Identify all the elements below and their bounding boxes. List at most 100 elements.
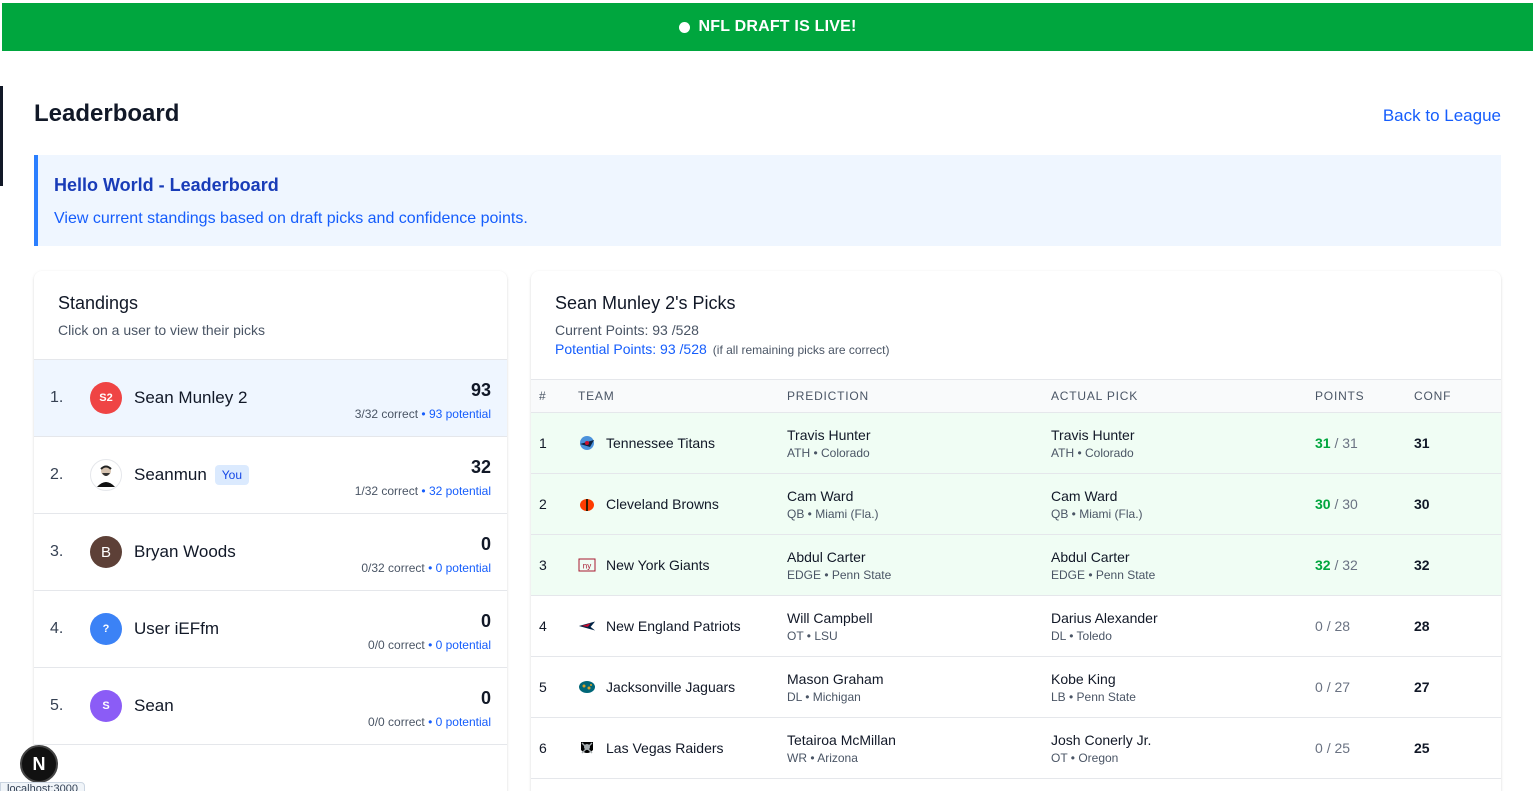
score: 0 xyxy=(480,611,491,631)
column-header-team: TEAM xyxy=(578,379,787,413)
points-earned: 31 xyxy=(1315,435,1331,451)
user-name: Sean Munley 2 xyxy=(134,388,248,407)
points-max: / 32 xyxy=(1334,557,1358,573)
pick-number: 1 xyxy=(531,412,578,474)
team-name: New York Giants xyxy=(606,557,710,573)
user-name: Sean xyxy=(134,696,174,715)
prediction-player: Abdul Carter xyxy=(787,548,866,565)
team-name: Las Vegas Raiders xyxy=(606,740,724,756)
potential-count: • 0 potential xyxy=(428,561,491,575)
info-title: Hello World - Leaderboard xyxy=(54,175,279,195)
points-max: / 31 xyxy=(1334,435,1358,451)
patriots-logo-icon xyxy=(578,617,596,635)
pick-row: 2 Cleveland Browns Cam Ward QB • Miami (Fla… xyxy=(531,473,1501,535)
score: 32 xyxy=(470,457,491,477)
picks-header: Sean Munley 2's Picks Current Points: 93… xyxy=(555,293,890,357)
pick-row: 1 Tennessee Titans Travis Hunter ATH • Colo… xyxy=(531,412,1501,474)
prediction-player: Cam Ward xyxy=(787,487,854,504)
back-to-league-link[interactable]: Back to League xyxy=(1383,106,1501,126)
potential-count: • 0 potential xyxy=(428,638,491,652)
score-detail: 3/32 correct • 93 potential xyxy=(355,407,491,421)
rank: 4. xyxy=(50,620,64,637)
column-header-actual-pick: ACTUAL PICK xyxy=(1051,379,1315,413)
standings-list: 1. S2 Sean Munley 2 93 3/32 correct • 93 pot… xyxy=(34,359,507,745)
column-header-conf: CONF xyxy=(1414,379,1501,413)
pick-row: 5 Jacksonville Jaguars Mason Graham DL • Mi… xyxy=(531,656,1501,718)
score: 0 xyxy=(480,534,491,554)
info-text: View current standings based on draft pi… xyxy=(54,210,528,227)
pick-row: 6 Las Vegas Raiders Tetairoa McMillan WR • … xyxy=(531,717,1501,779)
score-detail: 0/0 correct • 0 potential xyxy=(368,638,491,652)
jaguars-logo-icon xyxy=(578,678,596,696)
actual-info: QB • Miami (Fla.) xyxy=(1051,506,1143,521)
actual-info: LB • Penn State xyxy=(1051,689,1136,704)
prediction-info: EDGE • Penn State xyxy=(787,567,892,582)
prediction-info: WR • Arizona xyxy=(787,750,858,765)
potential-note: (if all remaining picks are correct) xyxy=(712,343,890,357)
confidence-value: 32 xyxy=(1414,534,1501,596)
actual-player: Josh Conerly Jr. xyxy=(1051,731,1152,748)
standings-card: Standings Click on a user to view their … xyxy=(34,271,507,791)
potential-points-line: Potential Points: 93 /528 (if all remaini… xyxy=(555,341,890,357)
standings-row[interactable]: 5. S Sean 0 0/0 correct • 0 potential xyxy=(34,668,507,745)
column-header-prediction: PREDICTION xyxy=(787,379,1051,413)
avatar-photo-icon xyxy=(90,459,122,491)
nextjs-dev-button[interactable]: N xyxy=(20,745,58,783)
current-points: Current Points: 93 /528 xyxy=(555,322,699,338)
standings-header: Standings Click on a user to view their … xyxy=(58,293,265,338)
avatar: ? xyxy=(90,613,122,645)
pick-number: 4 xyxy=(531,595,578,657)
prediction-cell: Mason Graham DL • Michigan xyxy=(787,656,1051,718)
avatar: S2 xyxy=(90,382,122,414)
standings-row[interactable]: 1. S2 Sean Munley 2 93 3/32 correct • 93 pot… xyxy=(34,360,507,437)
user-name: User iEFfm xyxy=(134,619,219,638)
score: 93 xyxy=(470,380,491,400)
potential-count: • 32 potential xyxy=(421,484,491,498)
prediction-cell: Travis Hunter ATH • Colorado xyxy=(787,412,1051,474)
standings-title: Standings xyxy=(58,293,139,313)
actual-player: Travis Hunter xyxy=(1051,426,1135,443)
avatar: B xyxy=(90,536,122,568)
actual-player: Kobe King xyxy=(1051,670,1116,687)
actual-pick-cell: Darius Alexander DL • Toledo xyxy=(1051,595,1315,657)
svg-text:ny: ny xyxy=(583,562,591,571)
prediction-player: Travis Hunter xyxy=(787,426,871,443)
team-name: Jacksonville Jaguars xyxy=(606,679,736,695)
info-box: Hello World - Leaderboard View current s… xyxy=(34,155,1501,246)
rank: 5. xyxy=(50,697,64,714)
prediction-player: Mason Graham xyxy=(787,670,884,687)
standings-row[interactable]: 4.? User iEFfm 0 0/0 correct • 0 potential xyxy=(34,591,507,668)
points-cell: 30 / 30 xyxy=(1315,473,1414,535)
live-dot-icon xyxy=(678,21,690,33)
actual-info: DL • Toledo xyxy=(1051,628,1112,643)
avatar: S xyxy=(90,690,122,722)
score-box: 0 0/0 correct • 0 potential xyxy=(368,688,491,729)
points-cell: 0 / 25 xyxy=(1315,717,1414,779)
correct-count: 0/0 correct xyxy=(368,715,425,729)
page-title: Leaderboard xyxy=(34,100,180,127)
status-bar-url: localhost:3000 xyxy=(0,782,85,791)
prediction-info: OT • LSU xyxy=(787,628,838,643)
browns-logo-icon xyxy=(578,495,596,513)
standings-row[interactable]: 3. B Bryan Woods 0 0/32 correct • 0 potentia… xyxy=(34,514,507,591)
actual-pick-cell: Abdul Carter EDGE • Penn State xyxy=(1051,534,1315,596)
points-max: / 27 xyxy=(1326,679,1351,695)
confidence-value: 31 xyxy=(1414,412,1501,474)
confidence-value: 30 xyxy=(1414,473,1501,535)
team-cell: Las Vegas Raiders xyxy=(578,717,787,779)
points-earned: 0 xyxy=(1315,618,1323,634)
potential-points: Potential Points: 93 /528 xyxy=(555,341,707,357)
standings-row[interactable]: 2. Seanmun You 32 1/32 correct • 32 potentia… xyxy=(34,437,507,514)
picks-table: # TEAM PREDICTION ACTUAL PICK POINTS CON… xyxy=(531,379,1501,779)
actual-pick-cell: Kobe King LB • Penn State xyxy=(1051,656,1315,718)
live-banner-text: NFL DRAFT IS LIVE! xyxy=(698,18,857,35)
points-max: / 25 xyxy=(1326,740,1351,756)
prediction-player: Tetairoa McMillan xyxy=(787,731,896,748)
team-cell: Jacksonville Jaguars xyxy=(578,656,787,718)
prediction-info: QB • Miami (Fla.) xyxy=(787,506,879,521)
confidence-value: 25 xyxy=(1414,717,1501,779)
user-name: Seanmun xyxy=(134,465,207,484)
pick-number: 5 xyxy=(531,656,578,718)
points-cell: 31 / 31 xyxy=(1315,412,1414,474)
actual-info: ATH • Colorado xyxy=(1051,445,1134,460)
